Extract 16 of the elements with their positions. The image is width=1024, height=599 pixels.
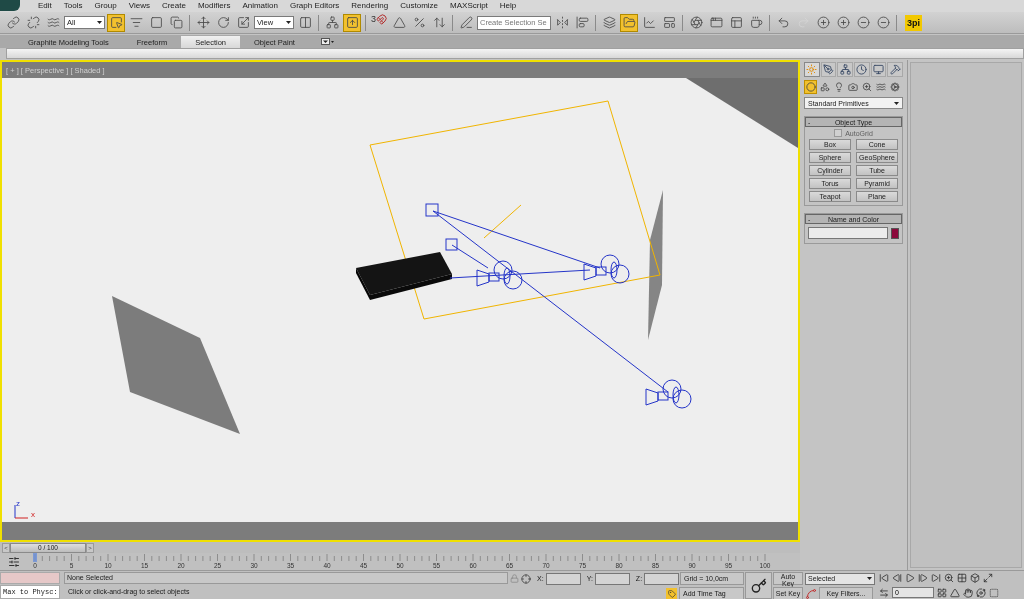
axis-label: z [16,500,20,508]
plugin-badge[interactable]: 3pi [905,14,923,31]
menu-item[interactable]: Modifiers [191,1,237,11]
snap-toggle[interactable]: 3 [370,13,388,32]
axis-label: x [31,511,35,519]
menu-item[interactable]: Animation [236,1,284,11]
menu-item[interactable]: Views [122,1,156,11]
menu-item[interactable]: Tools [57,1,89,11]
menu-item[interactable]: Help [493,1,523,11]
menu-item[interactable]: Group [88,1,123,11]
menu-item[interactable]: Customize [394,1,445,11]
menu-item[interactable]: Graph Editors [283,1,346,11]
menu-item[interactable]: Edit [32,1,58,11]
menu-item[interactable]: Rendering [345,1,395,11]
menu-item[interactable]: MAXScript [444,1,494,11]
menu-item[interactable]: Create [155,1,192,11]
